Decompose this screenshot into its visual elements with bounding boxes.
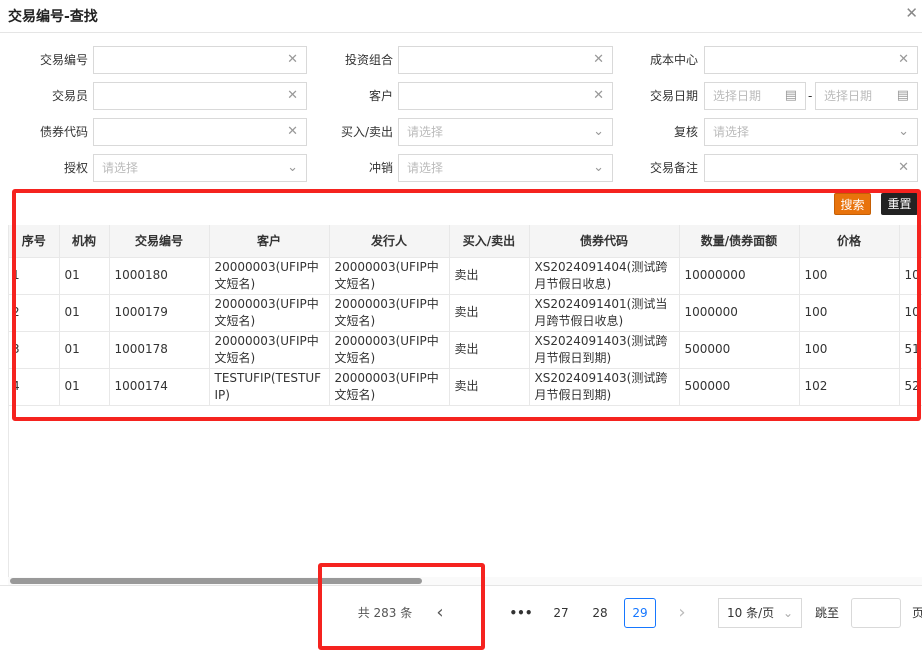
table-highlight-box [12,189,921,421]
date-placeholder: 选择日期 [713,89,762,103]
chevron-down-icon: ⌄ [287,160,298,175]
dialog-title: 交易编号-查找 [8,9,98,25]
customer-input[interactable]: ✕ [398,82,613,110]
portfolio-label: 投资组合 [344,53,393,67]
chevron-down-icon: ⌄ [782,606,793,620]
trade-date-label: 交易日期 [649,89,698,103]
chevron-down-icon: ⌄ [593,160,604,175]
remark-label: 交易备注 [649,161,698,175]
cost-center-label: 成本中心 [649,53,698,67]
bond-code-input[interactable]: ✕ [93,118,307,146]
page-size-select[interactable]: 10 条/页 ⌄ [718,598,802,628]
prev-page-icon[interactable]: ‹ [428,598,452,628]
customer-label: 客户 [368,89,393,103]
page-27[interactable]: 27 [546,598,576,628]
buy-sell-label: 买入/卖出 [340,125,393,139]
cost-center-input[interactable]: ✕ [704,46,918,74]
next-page-icon[interactable]: › [670,598,694,628]
select-placeholder: 请选择 [407,125,444,139]
bond-code-label: 债券代码 [39,125,88,139]
trade-date-end[interactable]: 选择日期 ▤ [815,82,918,110]
authorize-label: 授权 [63,161,88,175]
page-suffix: 页 [911,606,922,620]
remark-input[interactable]: ✕ [704,154,918,182]
review-label: 复核 [673,125,698,139]
calendar-icon: ▤ [896,88,909,103]
jump-label: 跳至 [814,606,839,620]
portfolio-input[interactable]: ✕ [398,46,613,74]
clear-icon[interactable]: ✕ [287,47,298,73]
trader-label: 交易员 [51,89,88,103]
chevron-down-icon: ⌄ [898,124,909,139]
date-placeholder: 选择日期 [824,89,873,103]
offset-label: 冲销 [368,161,393,175]
select-placeholder: 请选择 [102,161,139,175]
page-29[interactable]: 29 [624,598,656,628]
offset-select[interactable]: 请选择 ⌄ [398,154,613,182]
close-icon[interactable]: ✕ [905,4,918,22]
clear-icon[interactable]: ✕ [287,119,298,145]
select-placeholder: 请选择 [407,161,444,175]
trade-no-label: 交易编号 [39,53,88,67]
clear-icon[interactable]: ✕ [898,155,909,181]
select-placeholder: 请选择 [713,125,750,139]
clear-icon[interactable]: ✕ [593,47,604,73]
buy-sell-select[interactable]: 请选择 ⌄ [398,118,613,146]
date-separator: - [808,89,813,103]
authorize-select[interactable]: 请选择 ⌄ [93,154,307,182]
clear-icon[interactable]: ✕ [898,47,909,73]
clear-icon[interactable]: ✕ [287,83,298,109]
chevron-down-icon: ⌄ [593,124,604,139]
calendar-icon: ▤ [784,88,797,103]
jump-page-input[interactable] [851,598,901,628]
trade-no-input[interactable]: ✕ [93,46,307,74]
review-select[interactable]: 请选择 ⌄ [704,118,918,146]
page-size-value: 10 条/页 [727,606,775,620]
page-28[interactable]: 28 [585,598,615,628]
pagination-ellipsis[interactable]: ••• [508,598,534,628]
total-count: 共 283 条 [357,606,413,620]
clear-icon[interactable]: ✕ [593,83,604,109]
trader-input[interactable]: ✕ [93,82,307,110]
divider [0,32,922,33]
trade-date-start[interactable]: 选择日期 ▤ [704,82,806,110]
